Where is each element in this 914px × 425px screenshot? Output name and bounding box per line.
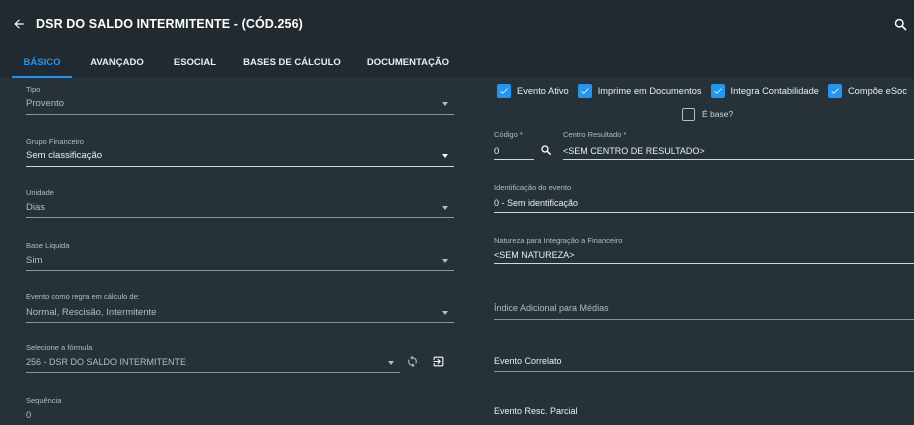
chevron-down-icon	[442, 206, 448, 210]
centro-resultado-label: Centro Resultado *	[563, 130, 627, 139]
indice-adicional-underline	[494, 319, 914, 320]
evento-regra-select[interactable]: Evento como regra em cálculo de: Normal,…	[26, 292, 454, 323]
unidade-select[interactable]: Unidade Dias	[26, 188, 454, 218]
tab-avancado[interactable]: AVANÇADO	[82, 48, 152, 78]
e-base-row: É base?	[682, 107, 742, 121]
formula-label: Selecione a fórmula	[26, 343, 93, 352]
search-icon	[894, 18, 906, 30]
grupo-financeiro-select[interactable]: Grupo Financeiro Sem classificação	[26, 137, 454, 167]
tab-basico[interactable]: BÁSICO	[12, 48, 72, 78]
compoe-esocial-checkbox[interactable]	[827, 84, 842, 98]
check-icon	[500, 88, 508, 94]
sync-icon	[407, 355, 417, 367]
identificacao-evento-label: Identificação do evento	[494, 183, 572, 192]
codigo-underline	[494, 159, 534, 160]
search-centro-button[interactable]	[538, 142, 554, 158]
tab-bases-de-calculo[interactable]: BASES DE CÁLCULO	[238, 48, 346, 78]
indice-adicional-placeholder: Índice Adicional para Médias	[494, 303, 609, 313]
check-icon	[581, 88, 589, 94]
codigo-value: 0	[494, 146, 500, 157]
chevron-down-icon	[442, 259, 448, 263]
sequencia-label: Sequência	[26, 396, 62, 405]
e-base-checkbox[interactable]	[682, 107, 695, 121]
indice-adicional-field[interactable]: Índice Adicional para Médias	[494, 300, 914, 320]
natureza-underline	[494, 263, 914, 264]
base-liquida-underline	[26, 270, 454, 271]
tab-bar: BÁSICO AVANÇADO ESOCIAL BASES DE CÁLCULO…	[0, 48, 914, 78]
unidade-value: Dias	[26, 202, 46, 213]
identificacao-evento-underline	[494, 212, 914, 213]
evento-regra-value: Normal, Rescisão, Intermitente	[26, 307, 157, 318]
tab-documentacao[interactable]: DOCUMENTAÇÃO	[360, 48, 456, 78]
integra-contabilidade-label: Integra Contabilidade	[730, 86, 819, 96]
formula-underline	[26, 372, 400, 373]
imprime-documentos-label: Imprime em Documentos	[597, 86, 702, 96]
unidade-label: Unidade	[26, 188, 54, 197]
sequencia-value: 0	[26, 410, 32, 421]
chevron-down-icon	[442, 311, 448, 315]
tipo-label: Tipo	[26, 85, 41, 94]
evento-correlato-field[interactable]: Evento Correlato	[494, 352, 914, 372]
tab-esocial[interactable]: ESOCIAL	[168, 48, 222, 78]
natureza-label: Natureza para Integração a Financeiro	[494, 236, 623, 245]
evento-correlato-label: Evento Correlato	[494, 356, 562, 366]
chevron-down-icon	[442, 102, 448, 106]
app-bar: DSR DO SALDO INTERMITENTE - (CÓD.256)	[0, 0, 914, 48]
search-button[interactable]	[886, 10, 914, 38]
base-liquida-value: Sim	[26, 255, 43, 266]
centro-resultado-value: <SEM CENTRO DE RESULTADO>	[563, 146, 705, 156]
base-liquida-select[interactable]: Base Liquida Sim	[26, 241, 454, 271]
grupo-financeiro-label: Grupo Financeiro	[26, 137, 84, 146]
check-icon	[713, 88, 722, 94]
compoe-esocial-label: Compõe eSoc	[847, 86, 907, 96]
flags-row: Evento Ativo Imprime em Documentos Integ…	[497, 83, 907, 99]
evento-regra-underline	[26, 322, 454, 323]
imprime-documentos-checkbox[interactable]	[577, 84, 592, 98]
grupo-financeiro-value: Sem classificação	[26, 150, 103, 161]
base-liquida-label: Base Liquida	[26, 241, 70, 250]
active-tab-indicator	[12, 76, 72, 78]
evento-resc-parcial-label: Evento Resc. Parcial	[494, 406, 578, 416]
refresh-formula-button[interactable]	[403, 352, 421, 370]
evento-regra-label: Evento como regra em cálculo de:	[26, 292, 140, 301]
sequencia-field[interactable]: Sequência 0	[26, 396, 454, 425]
exit-to-app-icon	[433, 356, 443, 366]
evento-resc-parcial-field[interactable]: Evento Resc. Parcial	[494, 404, 914, 422]
back-button[interactable]	[4, 9, 34, 39]
evento-correlato-underline	[494, 371, 914, 372]
page-title: DSR DO SALDO INTERMITENTE - (CÓD.256)	[36, 17, 303, 31]
formula-select[interactable]: Selecione a fórmula 256 - DSR DO SALDO I…	[26, 343, 400, 373]
e-base-label: É base?	[702, 109, 734, 119]
evento-ativo-checkbox[interactable]	[497, 84, 511, 98]
evento-ativo-label: Evento Ativo	[517, 86, 569, 96]
arrow-left-icon	[14, 19, 24, 29]
tipo-value: Provento	[26, 98, 65, 109]
codigo-label: Código *	[494, 130, 523, 139]
chevron-down-icon	[388, 361, 394, 365]
centro-resultado-field[interactable]: Centro Resultado * <SEM CENTRO DE RESULT…	[563, 130, 914, 160]
grupo-financeiro-underline	[26, 166, 454, 167]
natureza-field[interactable]: Natureza para Integração a Financeiro <S…	[494, 236, 914, 264]
search-icon	[541, 145, 551, 155]
codigo-field[interactable]: Código * 0	[494, 130, 534, 160]
tipo-underline	[26, 114, 454, 115]
open-formula-button[interactable]	[429, 352, 447, 370]
identificacao-evento-value: 0 - Sem identificação	[494, 198, 579, 208]
unidade-underline	[26, 217, 454, 218]
centro-resultado-underline	[563, 159, 914, 160]
check-icon	[831, 88, 839, 94]
integra-contabilidade-checkbox[interactable]	[710, 84, 725, 98]
natureza-value: <SEM NATUREZA>	[494, 250, 575, 260]
formula-value: 256 - DSR DO SALDO INTERMITENTE	[26, 357, 187, 367]
identificacao-evento-field[interactable]: Identificação do evento 0 - Sem identifi…	[494, 183, 914, 213]
tipo-select[interactable]: Tipo Provento	[26, 85, 454, 115]
chevron-down-icon	[442, 154, 448, 158]
